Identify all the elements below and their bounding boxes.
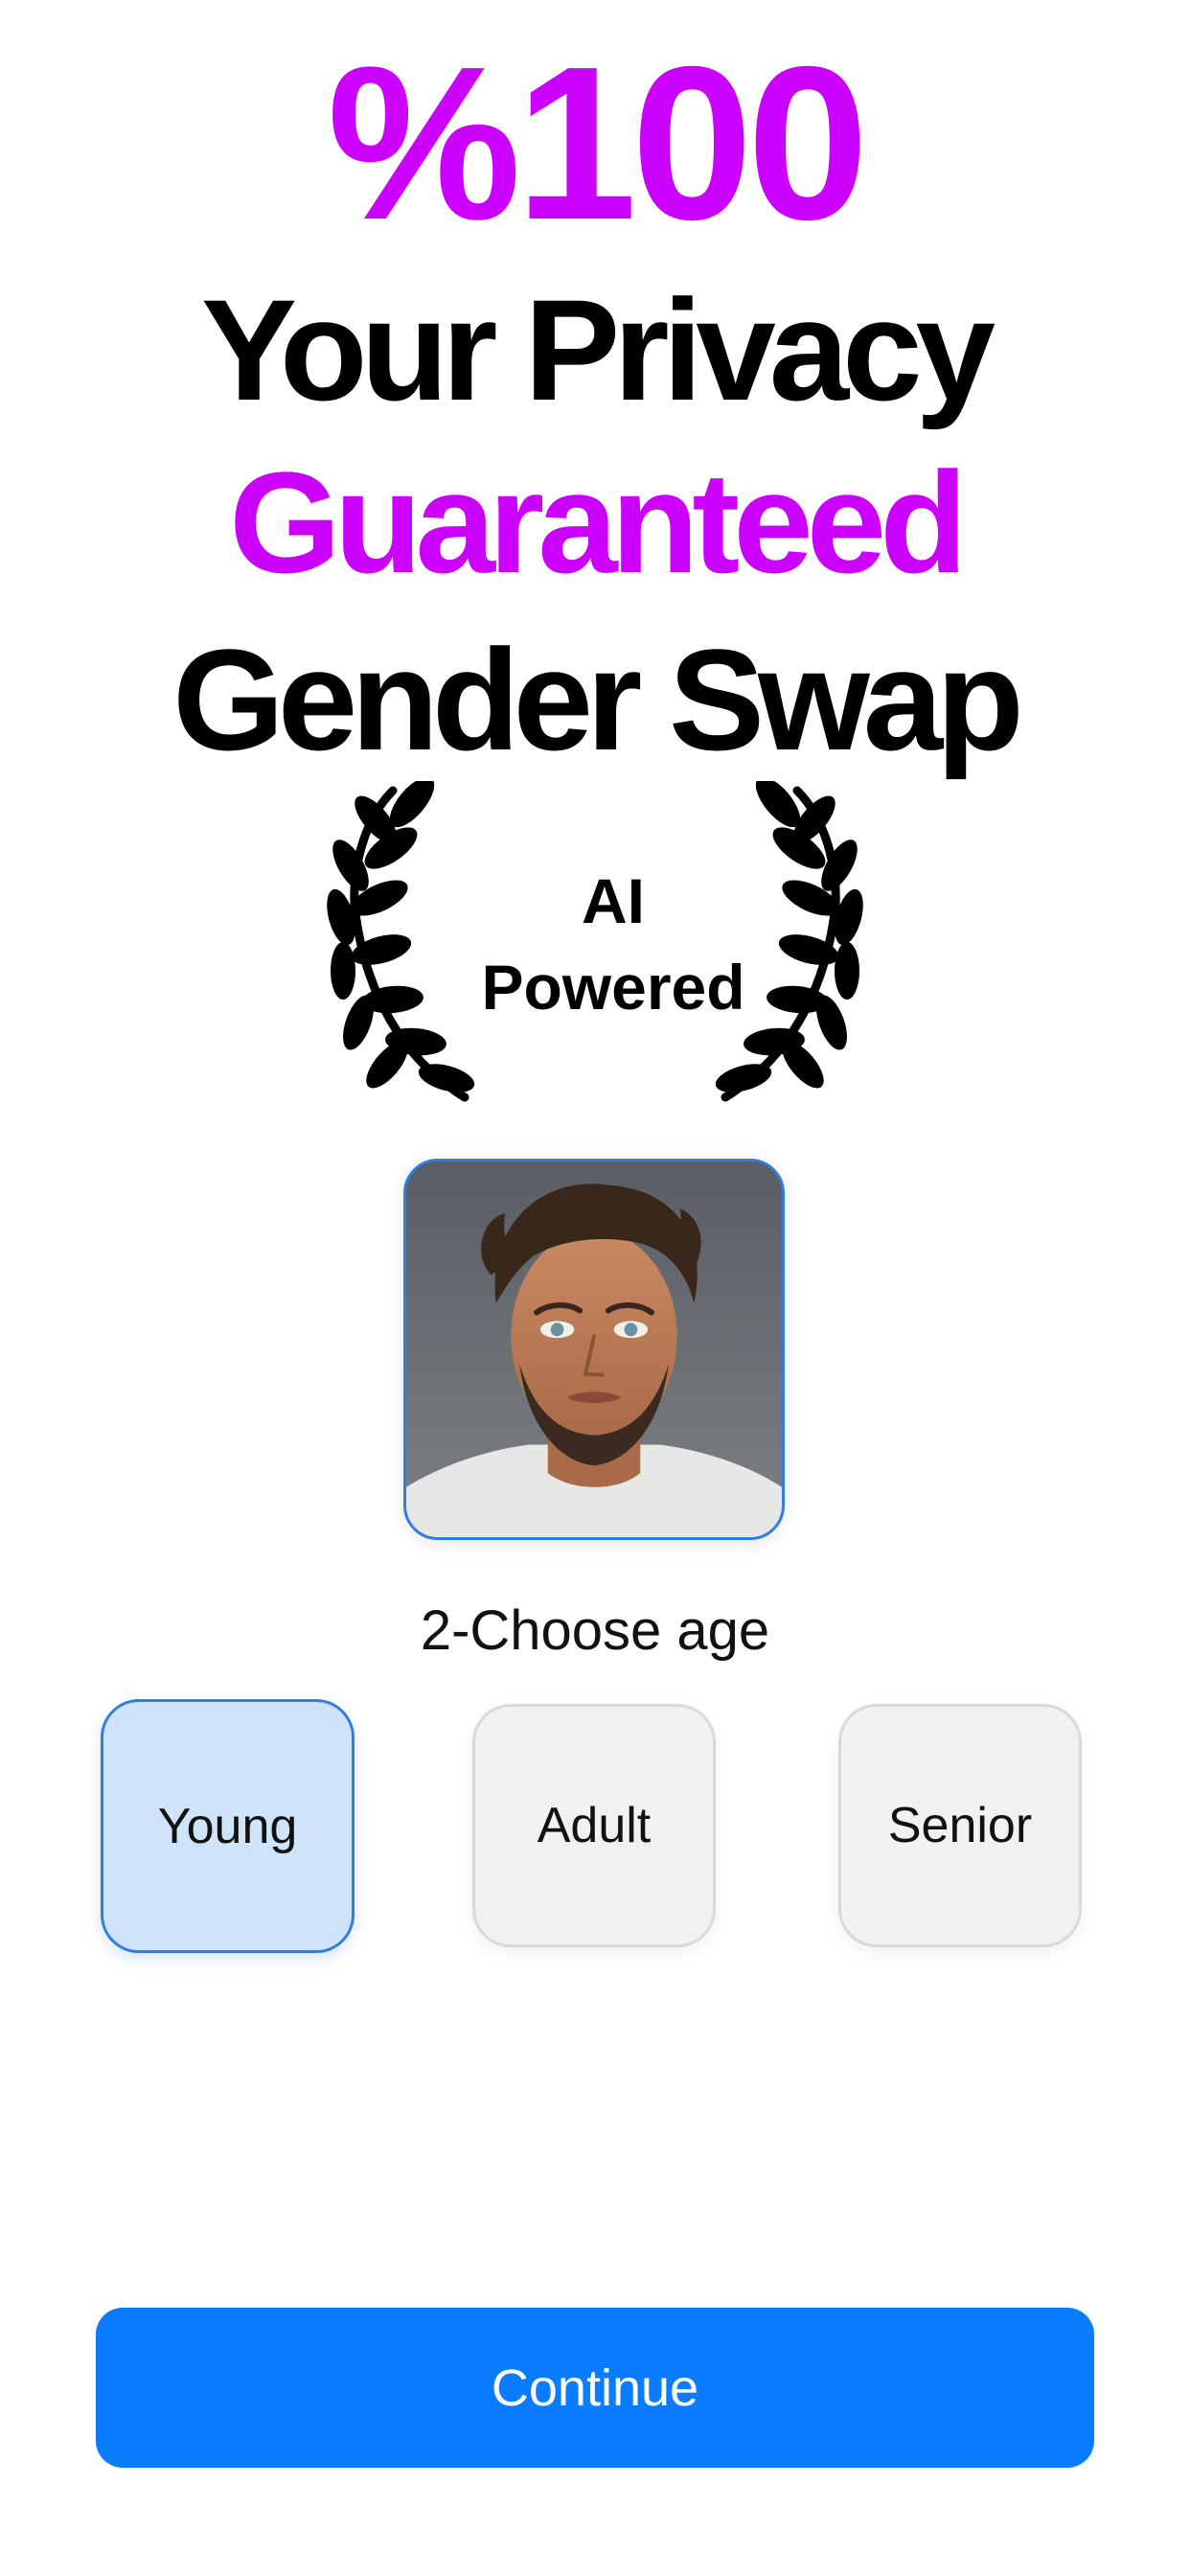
headline-gender-swap: Gender Swap [172,619,1024,780]
step-label: 2-Choose age [420,1599,770,1662]
age-option-young[interactable]: Young [101,1699,355,1953]
portrait-image [406,1162,782,1537]
age-option-label: Adult [537,1798,652,1853]
age-option-adult[interactable]: Adult [472,1704,716,1947]
user-photo[interactable] [403,1159,785,1540]
headline-guaranteed: Guaranteed [229,442,968,603]
age-option-label: Young [157,1798,298,1854]
badge-line-ai: AI [582,865,645,936]
headline-privacy: Your Privacy [200,269,995,430]
continue-button[interactable]: Continue [96,2308,1094,2468]
badge-line-powered: Powered [481,952,745,1023]
continue-label: Continue [491,2358,699,2417]
age-option-label: Senior [887,1798,1033,1853]
headline-percent: %100 [327,22,868,265]
ai-powered-badge: AI Powered [402,858,824,1030]
age-option-senior[interactable]: Senior [838,1704,1082,1947]
